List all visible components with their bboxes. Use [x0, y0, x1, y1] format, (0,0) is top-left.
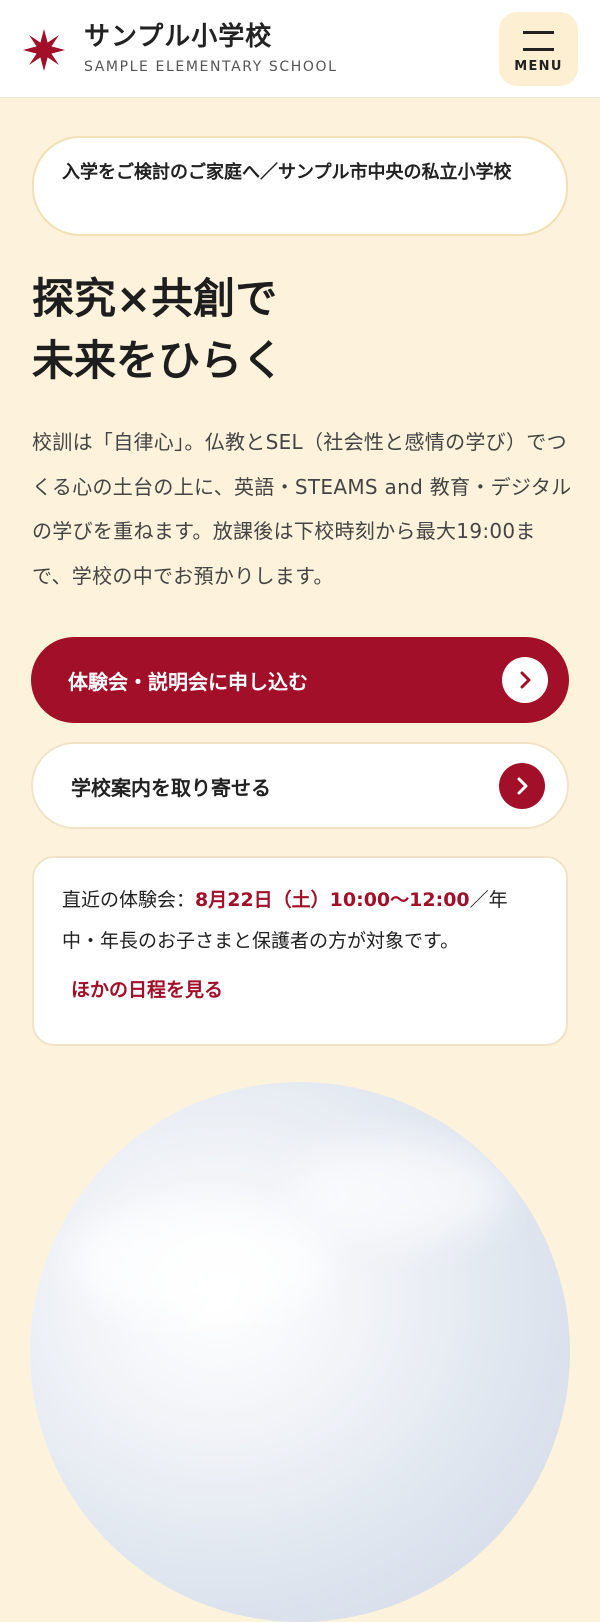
sky-cloud — [290, 1142, 510, 1242]
apply-trial-label: 体験会・説明会に申し込む — [68, 670, 308, 694]
hero-title-line2: 未来をひらく — [32, 336, 285, 385]
hamburger-icon — [523, 31, 554, 34]
school-logo-icon[interactable] — [22, 28, 66, 72]
site-name-english: SAMPLE ELEMENTARY SCHOOL — [84, 59, 338, 75]
event-info: 直近の体験会：8月22日（土）10:00〜12:00／年中・年長のお子さまと保護… — [62, 880, 542, 962]
apply-trial-button[interactable]: 体験会・説明会に申し込む — [31, 637, 569, 723]
chevron-right-icon — [499, 763, 545, 809]
site-name[interactable]: サンプル小学校 — [84, 16, 272, 53]
sky-cloud — [70, 1202, 330, 1322]
hero-title-line1: 探究×共創で — [32, 274, 278, 323]
hamburger-icon-bar — [523, 48, 554, 51]
other-dates-link[interactable]: ほかの日程を見る — [71, 975, 223, 1002]
event-prefix: 直近の体験会： — [62, 889, 196, 911]
chevron-right-icon — [502, 657, 548, 703]
menu-label: MENU — [514, 59, 563, 74]
upcoming-event-card: 直近の体験会：8月22日（土）10:00〜12:00／年中・年長のお子さまと保護… — [32, 856, 568, 1046]
site-header: サンプル小学校 SAMPLE ELEMENTARY SCHOOL MENU — [0, 0, 600, 98]
hero-title: 探究×共創で 未来をひらく — [32, 268, 572, 392]
notice-badge: 入学をご検討のご家庭へ／サンプル市中央の私立小学校 — [32, 136, 568, 236]
event-date: 8月22日（土）10:00〜12:00 — [195, 889, 470, 911]
hero-image — [30, 1082, 570, 1622]
request-brochure-label: 学校案内を取り寄せる — [71, 776, 271, 800]
menu-button[interactable]: MENU — [499, 12, 578, 86]
request-brochure-button[interactable]: 学校案内を取り寄せる — [31, 742, 569, 829]
hero-description: 校訓は「自律心」。仏教とSEL（社会性と感情の学び）でつくる心の土台の上に、英語… — [32, 430, 572, 588]
